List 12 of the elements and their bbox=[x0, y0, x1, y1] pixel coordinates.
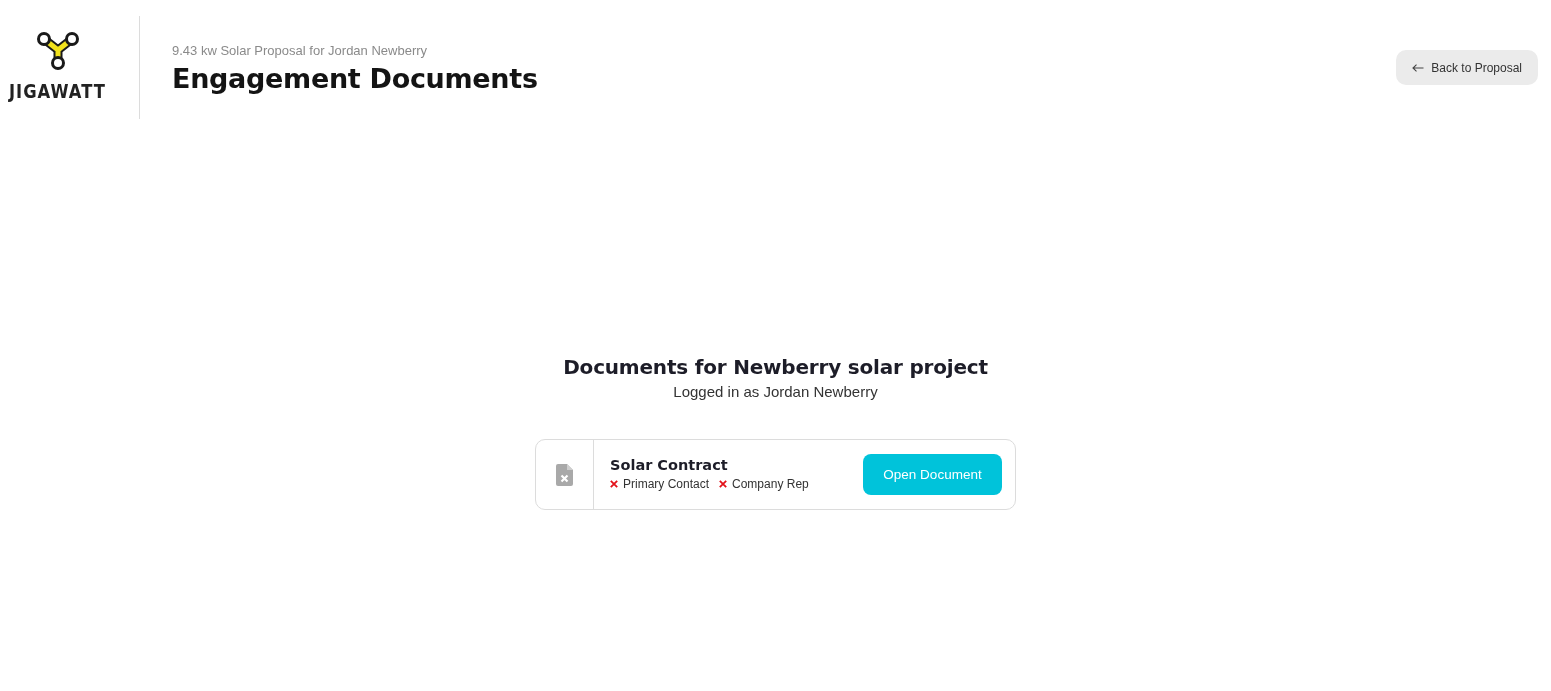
back-to-proposal-button[interactable]: Back to Proposal bbox=[1396, 50, 1538, 85]
document-title: Solar Contract bbox=[610, 456, 728, 474]
page-title: Engagement Documents bbox=[172, 63, 538, 95]
section-heading: Documents for Newberry solar project bbox=[563, 354, 988, 380]
document-icon bbox=[556, 463, 573, 486]
login-note: Logged in as Jordan Newberry bbox=[673, 383, 878, 401]
left-arrow-icon bbox=[1412, 63, 1425, 72]
signer-role: Primary Contact bbox=[623, 477, 710, 491]
signer-role: Company Rep bbox=[732, 477, 809, 491]
logo-wordmark: JIGAWATT bbox=[8, 80, 107, 102]
proposal-subtitle: 9.43 kw Solar Proposal for Jordan Newberry bbox=[172, 43, 428, 59]
logo-icon bbox=[35, 31, 80, 71]
